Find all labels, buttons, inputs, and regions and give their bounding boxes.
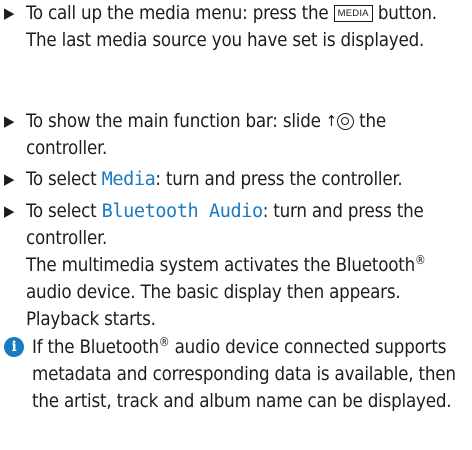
bullet-arrow-icon: ▶ <box>4 112 15 130</box>
step-text-pre: To select <box>26 201 102 222</box>
registered-mark: ® <box>415 253 426 267</box>
step-text: To call up the media menu: press the MED… <box>4 0 466 27</box>
menu-item-media: Media <box>101 169 156 190</box>
step-text: To show the main function bar: slide ↑ t… <box>4 108 466 162</box>
bullet-arrow-icon: ▶ <box>4 202 15 220</box>
step-text-pre: To show the main function bar: slide <box>26 111 326 132</box>
step-text-pre: To call up the media menu: press the <box>26 3 334 24</box>
note-text: If the Bluetooth® audio device connected… <box>4 334 466 415</box>
step-text-pre: To select <box>26 169 102 190</box>
media-key-label: MEDIA <box>333 5 373 22</box>
info-icon: i <box>4 337 24 357</box>
step-select-bluetooth-audio: ▶ To select Bluetooth Audio: turn and pr… <box>4 198 466 333</box>
controller-icon <box>336 113 354 130</box>
result-text-pre: The multimedia system activates the Blue… <box>26 255 416 276</box>
bullet-arrow-icon: ▶ <box>4 170 15 188</box>
step-show-main-function-bar: ▶ To show the main function bar: slide ↑… <box>4 108 466 162</box>
bullet-arrow-icon: ▶ <box>4 4 15 22</box>
step-text: To select Bluetooth Audio: turn and pres… <box>4 198 466 252</box>
step-select-media: ▶ To select Media: turn and press the co… <box>4 166 466 193</box>
step-result: The multimedia system activates the Blue… <box>4 252 466 333</box>
step-text-post: button. <box>372 3 437 24</box>
step-result: The last media source you have set is di… <box>26 30 425 51</box>
slide-up-arrow-icon: ↑ <box>325 112 337 130</box>
step-text-post: : turn and press the controller. <box>155 169 403 190</box>
registered-mark: ® <box>158 335 170 349</box>
menu-item-bluetooth-audio: Bluetooth Audio <box>101 201 263 222</box>
step-call-up-media-menu: ▶ To call up the media menu: press the M… <box>4 0 466 54</box>
note-text-pre: If the Bluetooth <box>32 337 159 358</box>
result-text-post: audio device. The basic display then app… <box>26 282 401 330</box>
info-note: i If the Bluetooth® audio device connect… <box>4 334 466 415</box>
step-text: To select Media: turn and press the cont… <box>4 166 466 193</box>
